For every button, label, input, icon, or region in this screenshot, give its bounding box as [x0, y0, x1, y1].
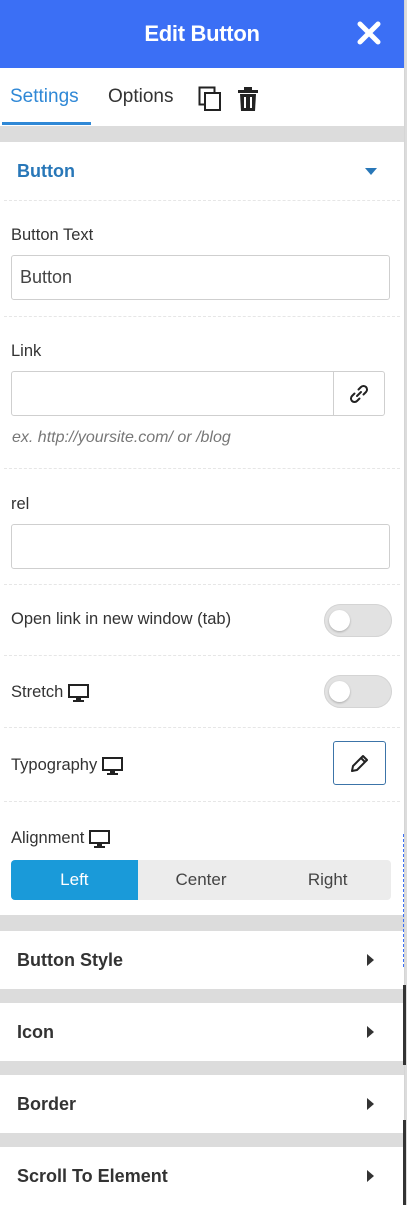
- panel-header: Edit Button: [0, 0, 404, 68]
- trash-icon[interactable]: [237, 86, 261, 112]
- open-new-window-toggle[interactable]: [324, 604, 392, 637]
- divider: [4, 727, 400, 728]
- alignment-label: Alignment: [11, 829, 85, 847]
- align-left-option[interactable]: Left: [11, 860, 138, 900]
- divider: [4, 584, 400, 585]
- alignment-label-row: Alignment: [11, 829, 111, 848]
- divider: [4, 316, 400, 317]
- divider: [4, 655, 400, 656]
- section-gap: [0, 989, 404, 1003]
- section-icon-title: Icon: [17, 1022, 55, 1042]
- tab-options[interactable]: Options: [108, 68, 173, 126]
- typography-label-row: Typography: [11, 756, 124, 775]
- section-gap: [0, 126, 404, 142]
- typography-label: Typography: [11, 756, 98, 774]
- rel-input[interactable]: [11, 524, 390, 569]
- alignment-segmented-control: Left Center Right: [11, 860, 391, 900]
- button-text-input[interactable]: Button: [11, 255, 390, 300]
- active-tab-indicator: [2, 122, 91, 125]
- section-scroll-to-element-header[interactable]: Scroll To Element: [0, 1147, 404, 1205]
- chain-link-icon: [349, 384, 369, 403]
- tab-bar: Settings Options: [0, 68, 404, 126]
- canvas-edge-mark: [403, 985, 406, 1065]
- section-gap: [0, 1133, 404, 1147]
- link-input[interactable]: [11, 371, 334, 416]
- section-scroll-to-element-title: Scroll To Element: [17, 1166, 168, 1186]
- align-center-option[interactable]: Center: [138, 860, 265, 900]
- divider: [4, 200, 400, 201]
- pencil-icon: [350, 755, 368, 772]
- typography-edit-button[interactable]: [333, 741, 386, 785]
- desktop-monitor-icon: [89, 829, 111, 848]
- section-border-header[interactable]: Border: [0, 1075, 404, 1133]
- section-button-title: Button: [17, 161, 75, 181]
- caret-right-icon: [367, 1098, 374, 1110]
- desktop-monitor-icon: [102, 756, 124, 775]
- stretch-label-row: Stretch: [11, 683, 90, 702]
- divider: [4, 801, 400, 802]
- section-icon-header[interactable]: Icon: [0, 1003, 404, 1061]
- canvas-selection-outline: [403, 834, 404, 967]
- align-right-option[interactable]: Right: [264, 860, 391, 900]
- section-button-style-title: Button Style: [17, 950, 123, 970]
- duplicate-icon[interactable]: [198, 86, 222, 112]
- caret-down-icon: [365, 168, 377, 175]
- link-picker-button[interactable]: [333, 371, 385, 416]
- close-icon: [357, 21, 381, 45]
- link-hint: ex. http://yoursite.com/ or /blog: [12, 429, 231, 446]
- panel-title: Edit Button: [144, 21, 260, 46]
- tab-settings[interactable]: Settings: [10, 68, 79, 126]
- toggle-knob: [329, 681, 350, 702]
- button-text-label: Button Text: [11, 226, 94, 244]
- section-button-header[interactable]: Button: [0, 142, 404, 200]
- caret-right-icon: [367, 1026, 374, 1038]
- section-gap: [0, 1061, 404, 1075]
- stretch-toggle[interactable]: [324, 675, 392, 708]
- desktop-monitor-icon: [68, 683, 90, 702]
- link-label: Link: [11, 342, 42, 360]
- stretch-label: Stretch: [11, 683, 64, 701]
- caret-right-icon: [367, 954, 374, 966]
- open-new-window-label: Open link in new window (tab): [11, 610, 232, 628]
- section-button-style-header[interactable]: Button Style: [0, 931, 404, 989]
- section-border-title: Border: [17, 1094, 77, 1114]
- rel-label: rel: [11, 495, 30, 513]
- canvas-edge-mark: [403, 1120, 406, 1205]
- edit-panel: Edit Button Settings Options Button Butt…: [0, 0, 405, 1205]
- caret-right-icon: [367, 1170, 374, 1182]
- toggle-knob: [329, 610, 350, 631]
- section-gap: [0, 915, 404, 931]
- close-button[interactable]: [352, 16, 386, 50]
- divider: [4, 468, 400, 469]
